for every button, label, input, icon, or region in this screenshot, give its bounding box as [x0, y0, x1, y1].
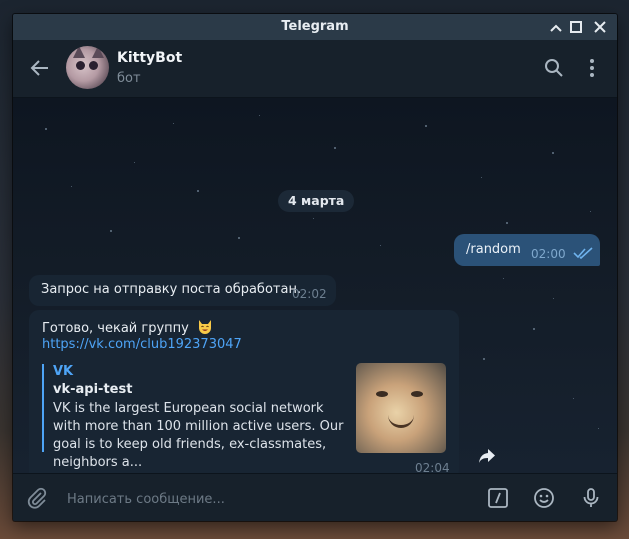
composer-bar — [13, 473, 617, 521]
avatar[interactable] — [66, 46, 109, 89]
chat-name[interactable]: KittyBot — [117, 50, 182, 66]
message-text: Готово, чекай группу — [42, 321, 189, 336]
maximize-icon[interactable] — [567, 18, 585, 36]
forward-share-icon[interactable] — [476, 445, 498, 467]
link-preview-site[interactable]: VK — [53, 364, 73, 379]
message-time: 02:04 — [415, 461, 450, 473]
message-time: 02:00 — [531, 247, 566, 261]
smiling-cat-emoji-icon — [198, 320, 211, 334]
chat-area[interactable]: 4 марта /random 02:00 Запрос на отправку… — [13, 98, 617, 473]
vk-group-link[interactable]: https://vk.com/club192373047 — [42, 337, 242, 352]
link-preview-title[interactable]: vk-api-test — [53, 382, 132, 397]
message-input[interactable] — [65, 487, 469, 511]
window-titlebar[interactable]: Telegram — [13, 14, 617, 40]
emoji-smile-icon[interactable] — [532, 486, 556, 510]
close-icon[interactable] — [591, 18, 609, 36]
more-vertical-icon[interactable] — [580, 56, 604, 80]
message-time: 02:02 — [292, 287, 327, 301]
search-icon[interactable] — [542, 56, 566, 80]
microphone-icon[interactable] — [579, 486, 603, 510]
chat-status: бот — [117, 71, 141, 86]
minimize-icon[interactable] — [547, 18, 565, 36]
window-title: Telegram — [281, 19, 349, 34]
incoming-message[interactable]: Запрос на отправку поста обработан. 02:0… — [29, 275, 336, 306]
paperclip-attach-icon[interactable] — [25, 486, 49, 510]
bot-commands-icon[interactable] — [486, 486, 510, 510]
link-preview-description: VK is the largest European social networ… — [53, 401, 344, 470]
link-preview-bar — [42, 364, 44, 452]
message-text: Запрос на отправку поста обработан. — [41, 282, 302, 297]
incoming-message[interactable]: Готово, чекай группу https://vk.com/club… — [29, 310, 459, 473]
outgoing-message[interactable]: /random 02:00 — [454, 234, 600, 266]
message-text: /random — [466, 242, 521, 257]
date-badge: 4 марта — [278, 190, 355, 212]
double-check-icon — [573, 247, 593, 259]
message-text-line: Готово, чекай группу — [42, 319, 213, 336]
link-preview-image[interactable] — [356, 363, 446, 453]
chat-header: KittyBot бот — [13, 40, 617, 98]
telegram-window: Telegram KittyBot бот 4 марта /random 02… — [13, 14, 617, 521]
back-arrow-icon[interactable] — [28, 56, 52, 80]
